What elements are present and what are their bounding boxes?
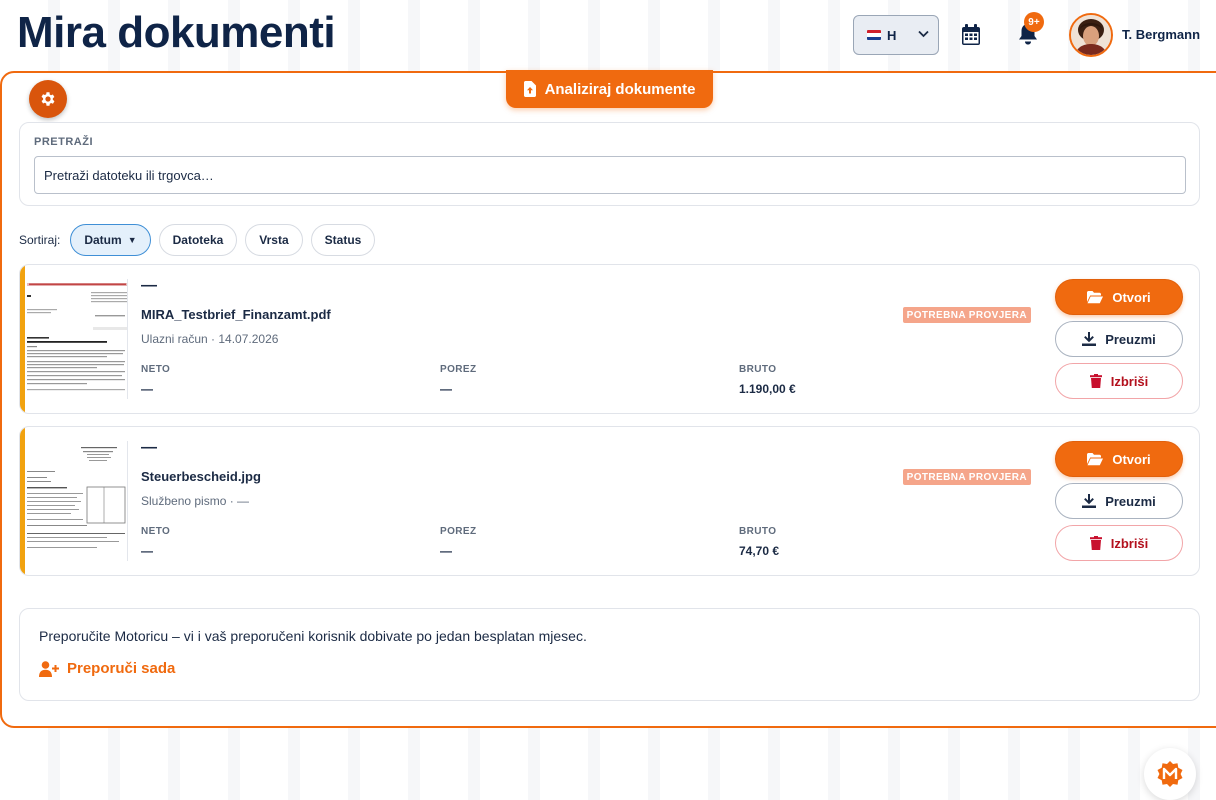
motorica-logo-icon	[1157, 761, 1183, 787]
analyze-documents-button[interactable]: Analiziraj dokumente	[506, 70, 713, 108]
sort-option-datoteka[interactable]: Datoteka	[158, 224, 238, 256]
user-plus-icon	[39, 660, 59, 677]
sort-option-label: Datoteka	[172, 233, 224, 247]
document-file-name: Steuerbescheid.jpg	[141, 469, 261, 484]
neto-label: NETO	[141, 364, 171, 375]
search-card: PRETRAŽI	[19, 122, 1200, 206]
search-label: PRETRAŽI	[34, 136, 93, 148]
download-label: Preuzmi	[1105, 331, 1156, 347]
document-card: — Steuerbescheid.jpg Službeno pismo · — …	[19, 426, 1200, 576]
referral-text: Preporučite Motoricu – vi i vaš preporuč…	[39, 628, 587, 644]
neto-label: NETO	[141, 526, 171, 537]
sort-option-datum[interactable]: Datum ▼	[70, 224, 151, 256]
porez-value: —	[440, 544, 452, 558]
language-select[interactable]: H	[853, 15, 939, 55]
search-input[interactable]	[34, 156, 1186, 194]
bruto-value: 74,70 €	[739, 544, 780, 558]
sort-option-label: Vrsta	[259, 233, 289, 247]
folder-open-icon	[1087, 290, 1104, 303]
neto-value: —	[141, 382, 153, 396]
settings-button[interactable]	[29, 80, 67, 118]
open-label: Otvori	[1112, 451, 1151, 467]
trash-icon	[1089, 374, 1102, 388]
download-icon	[1082, 494, 1097, 508]
delete-label: Izbriši	[1110, 535, 1149, 551]
porez-label: POREZ	[440, 526, 477, 537]
refer-now-label: Preporuči sada	[67, 660, 176, 677]
download-label: Preuzmi	[1105, 493, 1156, 509]
trash-icon	[1089, 536, 1102, 550]
sort-option-vrsta[interactable]: Vrsta	[245, 224, 303, 256]
status-stripe	[20, 265, 25, 413]
calendar-icon[interactable]	[961, 24, 981, 46]
status-badge: POTREBNA PROVJERA	[902, 307, 1031, 323]
assistant-launcher-button[interactable]	[1144, 748, 1196, 800]
chevron-down-icon	[918, 29, 929, 41]
document-title: —	[141, 277, 157, 294]
open-label: Otvori	[1112, 289, 1151, 305]
bruto-label: BRUTO	[739, 364, 777, 375]
file-upload-icon	[523, 81, 536, 97]
download-button[interactable]: Preuzmi	[1055, 483, 1183, 519]
delete-button[interactable]: Izbriši	[1055, 525, 1183, 561]
page-title: Mira dokumenti	[17, 8, 336, 57]
document-card: — MIRA_Testbrief_Finanzamt.pdf Ulazni ra…	[19, 264, 1200, 414]
refer-now-link[interactable]: Preporuči sada	[39, 660, 175, 677]
user-name: T. Bergmann	[1122, 27, 1201, 42]
sort-direction-icon: ▼	[127, 235, 137, 245]
delete-label: Izbriši	[1110, 373, 1149, 389]
sort-label: Sortiraj:	[19, 233, 61, 247]
porez-label: POREZ	[440, 364, 477, 375]
folder-open-icon	[1087, 452, 1104, 465]
delete-button[interactable]: Izbriši	[1055, 363, 1183, 399]
open-button[interactable]: Otvori	[1055, 441, 1183, 477]
open-button[interactable]: Otvori	[1055, 279, 1183, 315]
croatia-flag-icon	[867, 30, 881, 40]
document-meta: Ulazni račun · 14.07.2026	[141, 332, 279, 346]
document-thumbnail[interactable]	[27, 441, 128, 561]
sort-bar: Sortiraj: Datum ▼ Datoteka Vrsta Status	[19, 224, 383, 256]
sort-option-status[interactable]: Status	[310, 224, 376, 256]
sort-option-label: Datum	[84, 233, 122, 247]
document-meta: Službeno pismo · —	[141, 494, 250, 508]
referral-card: Preporučite Motoricu – vi i vaš preporuč…	[19, 608, 1200, 701]
document-thumbnail[interactable]	[27, 279, 128, 399]
download-icon	[1082, 332, 1097, 346]
porez-value: —	[440, 382, 452, 396]
document-file-name: MIRA_Testbrief_Finanzamt.pdf	[141, 307, 331, 322]
neto-value: —	[141, 544, 153, 558]
gear-icon	[41, 92, 55, 106]
status-badge: POTREBNA PROVJERA	[902, 469, 1031, 485]
bruto-value: 1.190,00 €	[739, 382, 796, 396]
user-avatar[interactable]	[1069, 13, 1113, 57]
analyze-documents-label: Analiziraj dokumente	[544, 80, 696, 98]
status-stripe	[20, 427, 25, 575]
document-title: —	[141, 439, 157, 456]
notification-badge: 9+	[1024, 12, 1044, 32]
download-button[interactable]: Preuzmi	[1055, 321, 1183, 357]
app-header: Mira dokumenti H 9+ T. Bergmann	[0, 0, 1216, 70]
sort-option-label: Status	[324, 233, 362, 247]
bruto-label: BRUTO	[739, 526, 777, 537]
language-code: H	[887, 27, 897, 43]
